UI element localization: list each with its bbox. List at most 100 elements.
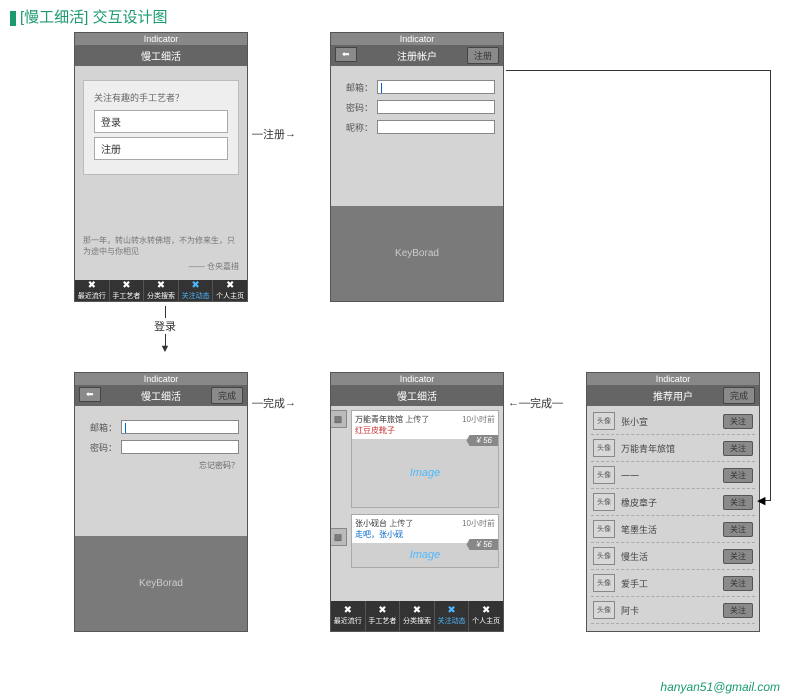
follow-button[interactable]: 关注 (723, 495, 753, 510)
tab-follow[interactable]: 关注动态 (179, 280, 214, 301)
avatar-icon: ▩ (331, 528, 347, 546)
tab-profile[interactable]: 个人主页 (469, 601, 503, 631)
tab-search[interactable]: 分类搜索 (144, 280, 179, 301)
email-label: 邮箱： (83, 421, 117, 434)
tab-icon (226, 281, 234, 291)
register-submit-button[interactable]: 注册 (467, 47, 499, 64)
follow-button[interactable]: 关注 (723, 522, 753, 537)
avatar-icon: 头像 (593, 466, 615, 484)
user-row: 头像阿卡关注 (591, 597, 755, 624)
flow-connector (506, 70, 771, 71)
avatar-icon: 头像 (593, 412, 615, 430)
status-indicator: Indicator (75, 33, 247, 45)
tabbar: 最近流行 手工艺者 分类搜索 关注动态 个人主页 (331, 601, 503, 631)
tab-icon (88, 281, 96, 291)
avatar-icon: 头像 (593, 493, 615, 511)
user-name: 笔墨生活 (621, 523, 723, 536)
screen-login: Indicator 慢工细活 完成 邮箱： 密码： 忘记密码？ KeyBorad (74, 372, 248, 632)
user-row: 头像一一关注 (591, 462, 755, 489)
tab-artisan[interactable]: 手工艺者 (366, 601, 401, 631)
user-row: 头像慢生活关注 (591, 543, 755, 570)
price-tag: ¥ 56 (466, 435, 498, 446)
flow-connector (770, 70, 771, 500)
done-button[interactable]: 完成 (723, 387, 755, 404)
avatar-icon: 头像 (593, 547, 615, 565)
feed-item[interactable]: 万能青年旅馆 上传了 10小时前 红豆皮靴子 ¥ 56 Image (351, 410, 499, 508)
tab-search[interactable]: 分类搜索 (400, 601, 435, 631)
follow-button[interactable]: 关注 (723, 549, 753, 564)
tab-recent[interactable]: 最近流行 (75, 280, 110, 301)
tab-artisan[interactable]: 手工艺者 (110, 280, 145, 301)
tab-icon (122, 281, 130, 291)
user-row: 头像笔墨生活关注 (591, 516, 755, 543)
tab-recent[interactable]: 最近流行 (331, 601, 366, 631)
user-row: 头像橡皮章子关注 (591, 489, 755, 516)
avatar-icon: ▩ (331, 410, 347, 428)
avatar-icon: 头像 (593, 439, 615, 457)
tab-icon (344, 606, 352, 616)
flow-arrow-register: —注册→ (252, 126, 296, 142)
follow-button[interactable]: 关注 (723, 441, 753, 456)
flow-arrowhead: ◀ (757, 494, 765, 507)
user-name: 万能青年旅馆 (621, 442, 723, 455)
flow-arrow-done-1: —完成→ (252, 395, 296, 411)
register-button[interactable]: 注册 (94, 137, 228, 160)
welcome-card: 关注有趣的手工艺者？ 登录 注册 (83, 80, 239, 175)
tab-icon (413, 606, 421, 616)
user-name: 橡皮章子 (621, 496, 723, 509)
follow-button[interactable]: 关注 (723, 603, 753, 618)
feed-image-placeholder: ¥ 56 Image (352, 439, 498, 507)
forgot-password-link[interactable]: 忘记密码？ (83, 460, 239, 471)
screen-register: Indicator 注册帐户 注册 邮箱： 密码： 昵称： KeyBorad (330, 32, 504, 302)
avatar-icon: 头像 (593, 520, 615, 538)
welcome-prompt: 关注有趣的手工艺者？ (94, 91, 228, 104)
price-tag: ¥ 56 (466, 539, 498, 550)
email-field[interactable] (121, 420, 239, 434)
titlebar: 慢工细活 完成 (75, 385, 247, 406)
user-name: 阿卡 (621, 604, 723, 617)
login-button[interactable]: 登录 (94, 110, 228, 133)
email-field[interactable] (377, 80, 495, 94)
user-name: 张小宣 (621, 415, 723, 428)
back-button[interactable] (335, 47, 357, 62)
follow-button[interactable]: 关注 (723, 414, 753, 429)
avatar-icon: 头像 (593, 574, 615, 592)
back-button[interactable] (79, 387, 101, 402)
footer-email: hanyan51@gmail.com (660, 680, 780, 694)
titlebar: 慢工细活 (331, 385, 503, 406)
tab-icon (191, 281, 199, 291)
tab-profile[interactable]: 个人主页 (213, 280, 247, 301)
password-field[interactable] (121, 440, 239, 454)
feed-image-placeholder: ¥ 56 Image (352, 543, 498, 567)
keyboard-placeholder: KeyBorad (331, 206, 503, 301)
avatar-icon: 头像 (593, 601, 615, 619)
nickname-field[interactable] (377, 120, 495, 134)
user-row: 头像爱手工关注 (591, 570, 755, 597)
password-label: 密码： (339, 101, 373, 114)
done-button[interactable]: 完成 (211, 387, 243, 404)
nickname-label: 昵称： (339, 121, 373, 134)
titlebar: 慢工细活 (75, 45, 247, 66)
tab-icon (157, 281, 165, 291)
feed-item[interactable]: 张小砚台 上传了 10小时前 走吧，张小砚 ¥ 56 Image (351, 514, 499, 568)
follow-button[interactable]: 关注 (723, 576, 753, 591)
flow-arrow-login: 登录 ▼ (154, 306, 176, 352)
user-row: 头像张小宣关注 (591, 408, 755, 435)
flow-arrow-done-2: ←—完成— (508, 395, 563, 411)
password-field[interactable] (377, 100, 495, 114)
page-title-text: [慢工细活] 交互设计图 (20, 9, 168, 26)
user-name: 慢生活 (621, 550, 723, 563)
status-indicator: Indicator (331, 33, 503, 45)
screen-welcome: Indicator 慢工细活 关注有趣的手工艺者？ 登录 注册 那一年，转山转水… (74, 32, 248, 302)
user-name: 一一 (621, 469, 723, 482)
feed-work-title: 走吧，张小砚 (355, 529, 495, 540)
tabbar: 最近流行 手工艺者 分类搜索 关注动态 个人主页 (75, 280, 247, 301)
titlebar: 推荐用户 完成 (587, 385, 759, 406)
tab-follow[interactable]: 关注动态 (435, 601, 470, 631)
title-bar-accent (10, 11, 16, 26)
user-row: 头像万能青年旅馆关注 (591, 435, 755, 462)
screen-feed: Indicator 慢工细活 ▩ 万能青年旅馆 上传了 10小时前 红豆皮靴子 … (330, 372, 504, 632)
feed-work-title: 红豆皮靴子 (355, 425, 495, 436)
follow-button[interactable]: 关注 (723, 468, 753, 483)
screen-recommend: Indicator 推荐用户 完成 头像张小宣关注头像万能青年旅馆关注头像一一关… (586, 372, 760, 632)
